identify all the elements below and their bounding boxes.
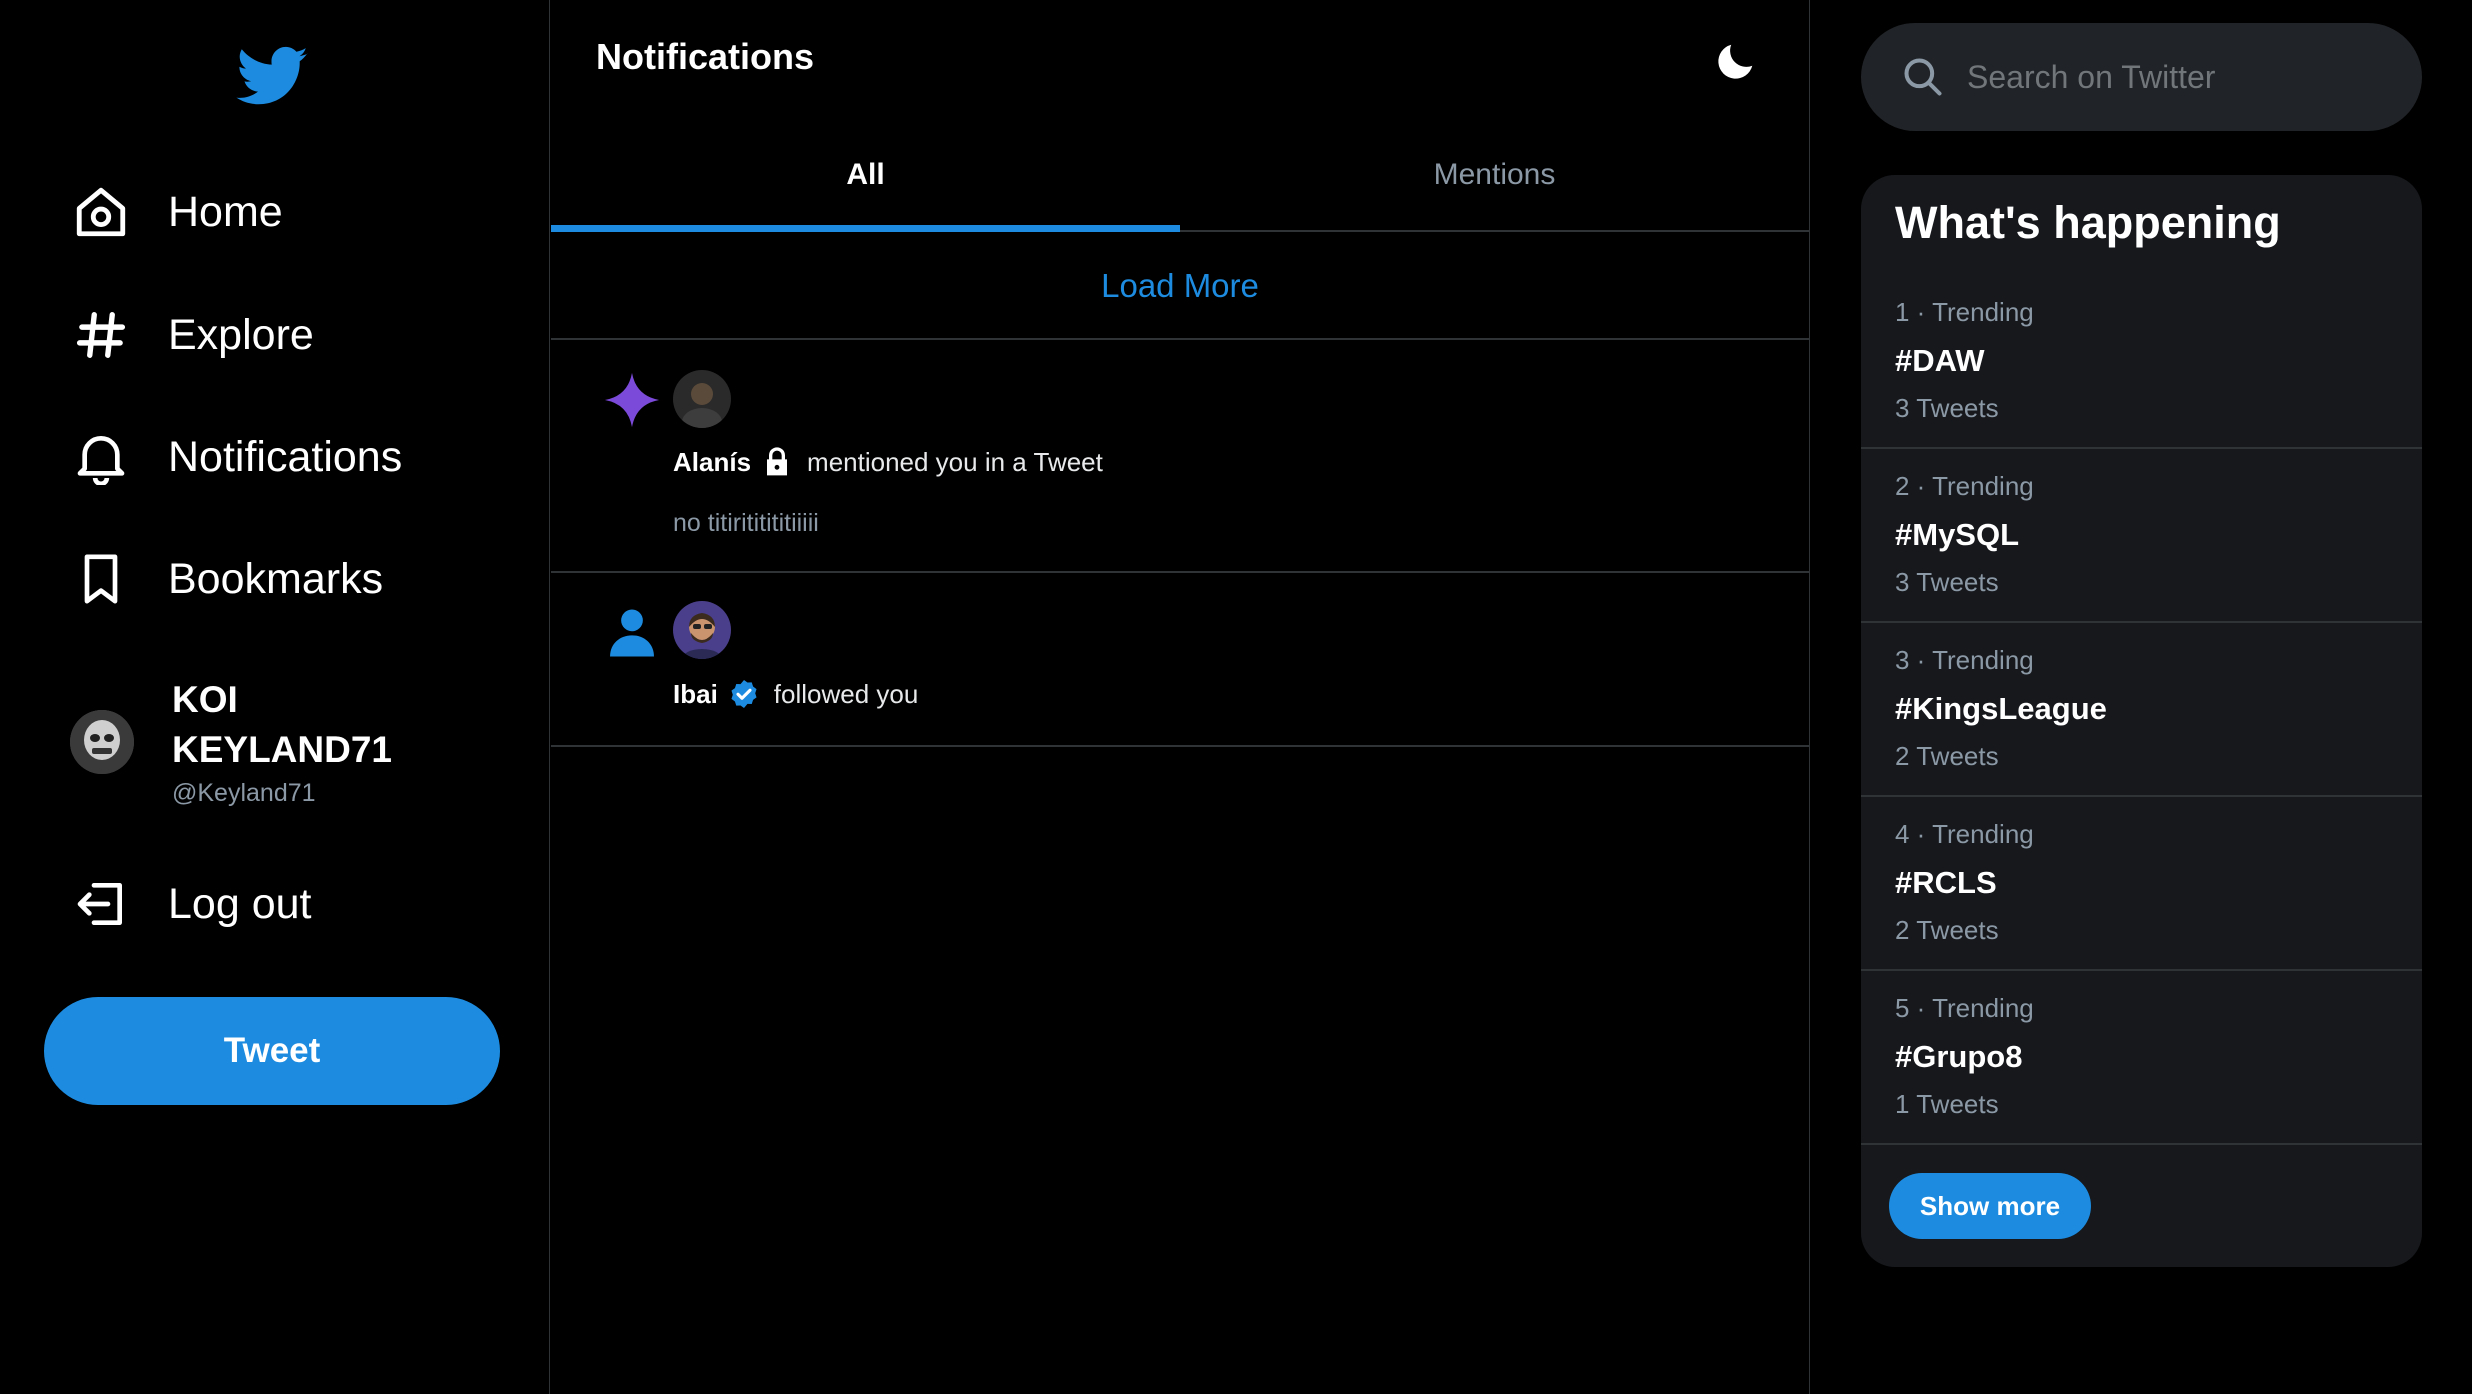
notification-action: followed you — [773, 678, 919, 709]
person-icon — [601, 601, 663, 663]
tab-all-label: All — [846, 158, 885, 191]
nav-bookmarks[interactable]: Bookmarks — [68, 539, 383, 619]
trend-item[interactable]: 2 · Trending #MySQL 3 Tweets — [1861, 449, 2422, 623]
tab-mentions[interactable]: Mentions — [1180, 120, 1809, 230]
load-more-link[interactable]: Load More — [551, 234, 1809, 340]
nav-home-label: Home — [168, 187, 283, 236]
show-more-button[interactable]: Show more — [1889, 1173, 2091, 1239]
avatar — [70, 709, 134, 774]
nav-home[interactable]: Home — [68, 172, 283, 252]
left-sidebar: Home Explore Notifications Bookmarks KOI… — [0, 0, 550, 1394]
nav-bookmarks-label: Bookmarks — [168, 554, 384, 603]
trend-hashtag: #KingsLeague — [1895, 691, 2107, 726]
search-bar[interactable] — [1861, 23, 2422, 131]
whats-happening-panel: What's happening 1 · Trending #DAW 3 Twe… — [1861, 175, 2422, 1267]
tweet-preview: no titirititititiiiii — [673, 509, 819, 537]
logout-icon — [68, 871, 134, 937]
nav-explore[interactable]: Explore — [68, 295, 314, 375]
trend-meta: 4 · Trending — [1895, 819, 2034, 849]
trend-count: 1 Tweets — [1895, 1089, 1999, 1119]
avatar[interactable] — [673, 601, 731, 659]
moon-icon[interactable] — [1713, 38, 1759, 84]
trend-item[interactable]: 5 · Trending #Grupo8 1 Tweets — [1861, 971, 2422, 1145]
page-title: Notifications — [596, 36, 815, 77]
notification-text: Ibai followed you — [673, 678, 918, 710]
trend-item[interactable]: 1 · Trending #DAW 3 Tweets — [1861, 275, 2422, 449]
bookmark-icon — [68, 546, 134, 612]
notification-user[interactable]: Ibai — [673, 679, 718, 710]
trend-meta: 3 · Trending — [1895, 645, 2034, 675]
notification-tabs: All Mentions — [551, 120, 1809, 232]
trend-count: 2 Tweets — [1895, 741, 1999, 771]
logout-label: Log out — [168, 879, 312, 928]
trend-count: 2 Tweets — [1895, 915, 1999, 945]
right-sidebar: What's happening 1 · Trending #DAW 3 Twe… — [1811, 0, 2472, 1394]
trend-hashtag: #RCLS — [1895, 865, 1997, 900]
trend-meta: 1 · Trending — [1895, 297, 2034, 327]
nav-explore-label: Explore — [168, 310, 314, 359]
nav-notifications-label: Notifications — [168, 432, 403, 481]
twitter-bird-icon[interactable] — [233, 40, 313, 112]
tweet-button[interactable]: Tweet — [44, 997, 500, 1105]
trend-meta: 5 · Trending — [1895, 993, 2034, 1023]
trend-hashtag: #DAW — [1895, 343, 1985, 378]
home-icon — [68, 179, 134, 245]
trend-count: 3 Tweets — [1895, 393, 1999, 423]
profile-name: KOI KEYLAND71 — [172, 679, 392, 770]
tab-all[interactable]: All — [551, 120, 1180, 232]
lock-icon — [761, 446, 793, 478]
profile-card[interactable]: KOI KEYLAND71 @Keyland71 — [70, 675, 412, 808]
notification-action: mentioned you in a Tweet — [807, 446, 1103, 477]
verified-icon — [728, 678, 760, 710]
notification-text: Alanís mentioned you in a Tweet — [673, 446, 1103, 478]
nav-notifications[interactable]: Notifications — [68, 417, 402, 497]
sparkle-icon — [601, 369, 663, 431]
notification-item[interactable]: Alanís mentioned you in a Tweet no titir… — [551, 341, 1809, 573]
trend-item[interactable]: 3 · Trending #KingsLeague 2 Tweets — [1861, 623, 2422, 797]
trend-item[interactable]: 4 · Trending #RCLS 2 Tweets — [1861, 797, 2422, 971]
trend-count: 3 Tweets — [1895, 567, 1999, 597]
avatar[interactable] — [673, 370, 731, 428]
bell-icon — [68, 424, 134, 490]
hashtag-icon — [68, 302, 134, 368]
main-header: Notifications — [551, 0, 1809, 120]
notification-item[interactable]: Ibai followed you — [551, 573, 1809, 747]
search-input[interactable] — [1967, 58, 2387, 96]
profile-handle: @Keyland71 — [172, 779, 316, 807]
notifications-column: Notifications All Mentions Load More Ala… — [551, 0, 1810, 1394]
trend-meta: 2 · Trending — [1895, 471, 2034, 501]
notification-user[interactable]: Alanís — [673, 447, 751, 478]
tab-mentions-label: Mentions — [1433, 158, 1556, 191]
trend-hashtag: #MySQL — [1895, 517, 2020, 552]
logout-button[interactable]: Log out — [68, 864, 311, 944]
active-tab-indicator — [551, 225, 1180, 232]
search-icon — [1901, 55, 1945, 99]
trends-title: What's happening — [1895, 197, 2281, 248]
trend-hashtag: #Grupo8 — [1895, 1039, 2023, 1074]
